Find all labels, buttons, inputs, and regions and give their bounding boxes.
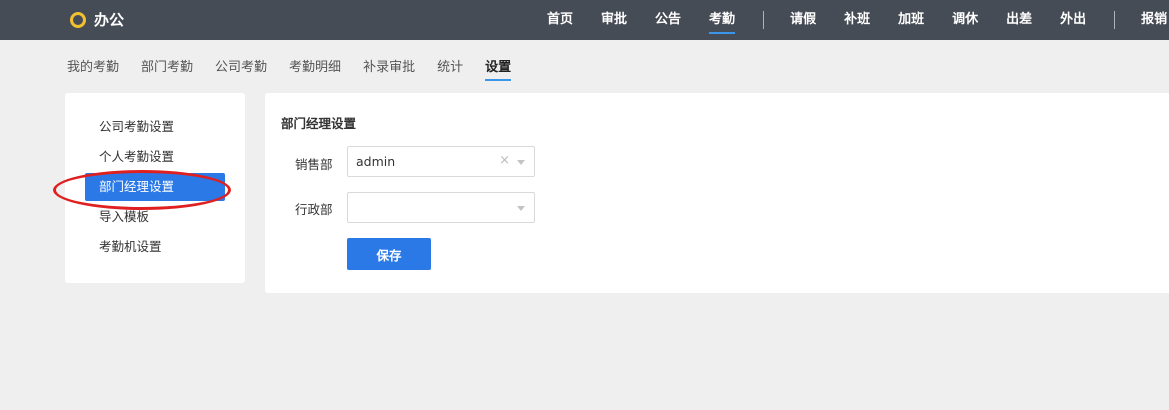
logo-ring-icon: [70, 11, 86, 28]
menu-item-dept-manager-settings[interactable]: 部门经理设置: [85, 173, 225, 201]
app-logo[interactable]: 办公: [70, 9, 124, 30]
topnav-overtime[interactable]: 加班: [898, 0, 924, 40]
dept-manager-settings-panel: 部门经理设置 销售部 admin × 行政部 保存: [265, 93, 1169, 293]
tab-my-attendance[interactable]: 我的考勤: [67, 56, 119, 79]
topnav-makeup-shift[interactable]: 补班: [844, 0, 870, 40]
topnav-attendance[interactable]: 考勤: [709, 0, 736, 40]
sales-dept-manager-select[interactable]: admin ×: [347, 146, 535, 177]
menu-item-import-template[interactable]: 导入模板: [85, 203, 225, 231]
topnav-home[interactable]: 首页: [547, 0, 573, 40]
topnav-business-trip[interactable]: 出差: [1006, 0, 1032, 40]
admin-dept-manager-select[interactable]: [347, 192, 535, 223]
topnav-approval[interactable]: 审批: [601, 0, 627, 40]
topnav-divider: [1114, 11, 1116, 29]
tab-settings[interactable]: 设置: [485, 56, 512, 81]
app-title: 办公: [94, 11, 125, 29]
chevron-down-icon: [517, 206, 525, 211]
tab-company-attendance[interactable]: 公司考勤: [215, 56, 267, 79]
topnav-reimbursement[interactable]: 报销: [1141, 0, 1167, 40]
tab-statistics[interactable]: 统计: [437, 56, 463, 79]
admin-dept-label: 行政部: [295, 202, 333, 217]
panel-title: 部门经理设置: [281, 116, 357, 131]
clear-icon[interactable]: ×: [499, 153, 510, 168]
menu-item-personal-attendance-settings[interactable]: 个人考勤设置: [85, 143, 225, 171]
topnav-notice[interactable]: 公告: [655, 0, 681, 40]
top-nav: 首页 审批 公告 考勤 请假 补班 加班 调休 出差 外出 报销: [547, 0, 1169, 40]
topnav-divider: [763, 11, 765, 29]
chevron-down-icon: [517, 160, 525, 165]
settings-side-menu: 公司考勤设置 个人考勤设置 部门经理设置 导入模板 考勤机设置: [65, 93, 245, 283]
topnav-time-off[interactable]: 调休: [952, 0, 978, 40]
tab-attendance-details[interactable]: 考勤明细: [289, 56, 341, 79]
menu-item-company-attendance-settings[interactable]: 公司考勤设置: [85, 113, 225, 141]
topnav-leave[interactable]: 请假: [790, 0, 816, 40]
tab-supplement-approval[interactable]: 补录审批: [363, 56, 415, 79]
tab-dept-attendance[interactable]: 部门考勤: [141, 56, 193, 79]
sales-dept-label: 销售部: [295, 157, 333, 172]
save-button[interactable]: 保存: [347, 238, 431, 270]
top-bar: 办公 首页 审批 公告 考勤 请假 补班 加班 调休 出差 外出 报销: [0, 0, 1169, 40]
sales-dept-manager-value: admin: [356, 154, 396, 169]
menu-item-attendance-machine-settings[interactable]: 考勤机设置: [85, 233, 225, 261]
attendance-subnav: 我的考勤 部门考勤 公司考勤 考勤明细 补录审批 统计 设置: [67, 56, 533, 81]
topnav-outing[interactable]: 外出: [1060, 0, 1086, 40]
